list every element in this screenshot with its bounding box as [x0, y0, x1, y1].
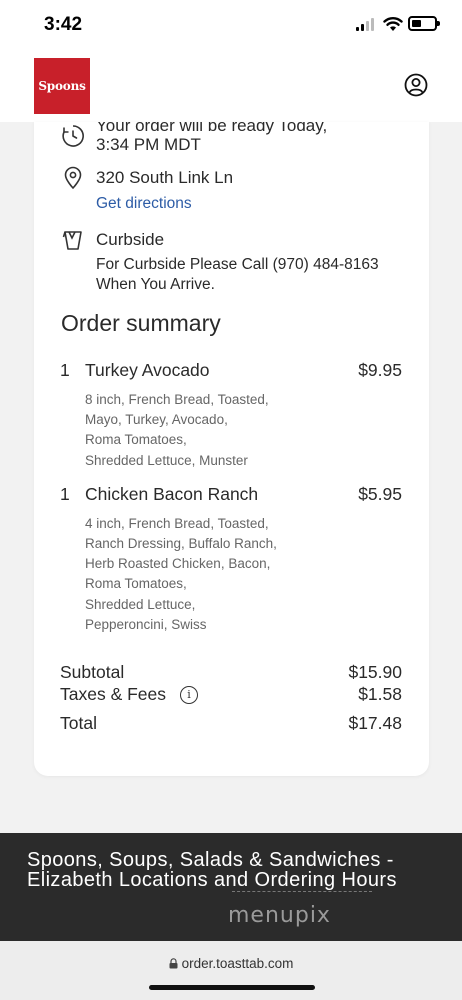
order-summary-title: Order summary [61, 310, 221, 336]
item-modifier: Pepperoncini, Swiss [85, 617, 207, 632]
status-bar: 3:42 [0, 0, 462, 50]
watermark-divider [232, 891, 372, 892]
account-circle-icon[interactable] [404, 73, 428, 97]
location-banner: Spoons, Soups, Salads & Sandwiches - Eli… [0, 833, 462, 941]
lock-icon [169, 958, 178, 969]
item-name: Turkey Avocado [85, 360, 210, 380]
wifi-icon [383, 17, 403, 31]
pickup-time-line2: 3:34 PM MDT [96, 135, 201, 154]
item-quantity: 1 [60, 484, 70, 504]
item-name: Chicken Bacon Ranch [85, 484, 259, 504]
battery-icon [408, 16, 440, 31]
url-text[interactable]: order.toasttab.com [182, 956, 294, 971]
menupix-watermark: menupix [228, 903, 331, 928]
curbside-instructions-line2: When You Arrive. [96, 276, 215, 293]
clock-icon [62, 125, 84, 147]
item-modifier: Shredded Lettuce, [85, 597, 196, 612]
browser-url-bar[interactable]: order.toasttab.com [0, 941, 462, 1000]
item-modifier: Shredded Lettuce, Munster [85, 453, 248, 468]
info-icon[interactable]: i [180, 686, 198, 704]
order-card: Your order will be ready Today, 3:34 PM … [34, 122, 429, 776]
item-modifier: Roma Tomatoes, [85, 576, 187, 591]
signal-icon [356, 18, 376, 31]
url-row[interactable]: order.toasttab.com [0, 956, 462, 971]
item-modifier: Ranch Dressing, Buffalo Ranch, [85, 536, 277, 551]
pickup-method: Curbside [96, 230, 165, 249]
home-indicator[interactable] [149, 985, 315, 990]
total-label: Total [60, 713, 97, 733]
banner-title: Spoons, Soups, Salads & Sandwiches - Eli… [27, 849, 397, 891]
location-pin-icon [64, 166, 82, 190]
subtotal-label: Subtotal [60, 662, 125, 682]
item-modifier: Roma Tomatoes, [85, 432, 187, 447]
spoons-logo[interactable]: Spoons [34, 58, 90, 114]
total-value: $17.48 [348, 713, 402, 733]
app-header: Spoons [0, 50, 462, 122]
item-modifier: Mayo, Turkey, Avocado, [85, 412, 228, 427]
curbside-bag-icon [62, 231, 82, 250]
item-modifier: 8 inch, French Bread, Toasted, [85, 392, 269, 407]
get-directions-link[interactable]: Get directions [96, 195, 192, 213]
item-quantity: 1 [60, 360, 70, 380]
status-time: 3:42 [44, 14, 83, 35]
item-modifier: 4 inch, French Bread, Toasted, [85, 516, 269, 531]
pickup-address: 320 South Link Ln [96, 168, 234, 187]
item-price: $5.95 [358, 484, 402, 504]
logo-text: Spoons [38, 79, 86, 93]
taxes-label: Taxes & Fees [60, 684, 167, 704]
item-modifier: Herb Roasted Chicken, Bacon, [85, 556, 271, 571]
curbside-instructions-line1: For Curbside Please Call (970) 484-8163 [96, 256, 379, 273]
item-price: $9.95 [358, 360, 402, 380]
subtotal-value: $15.90 [348, 662, 402, 682]
taxes-value: $1.58 [358, 684, 402, 704]
